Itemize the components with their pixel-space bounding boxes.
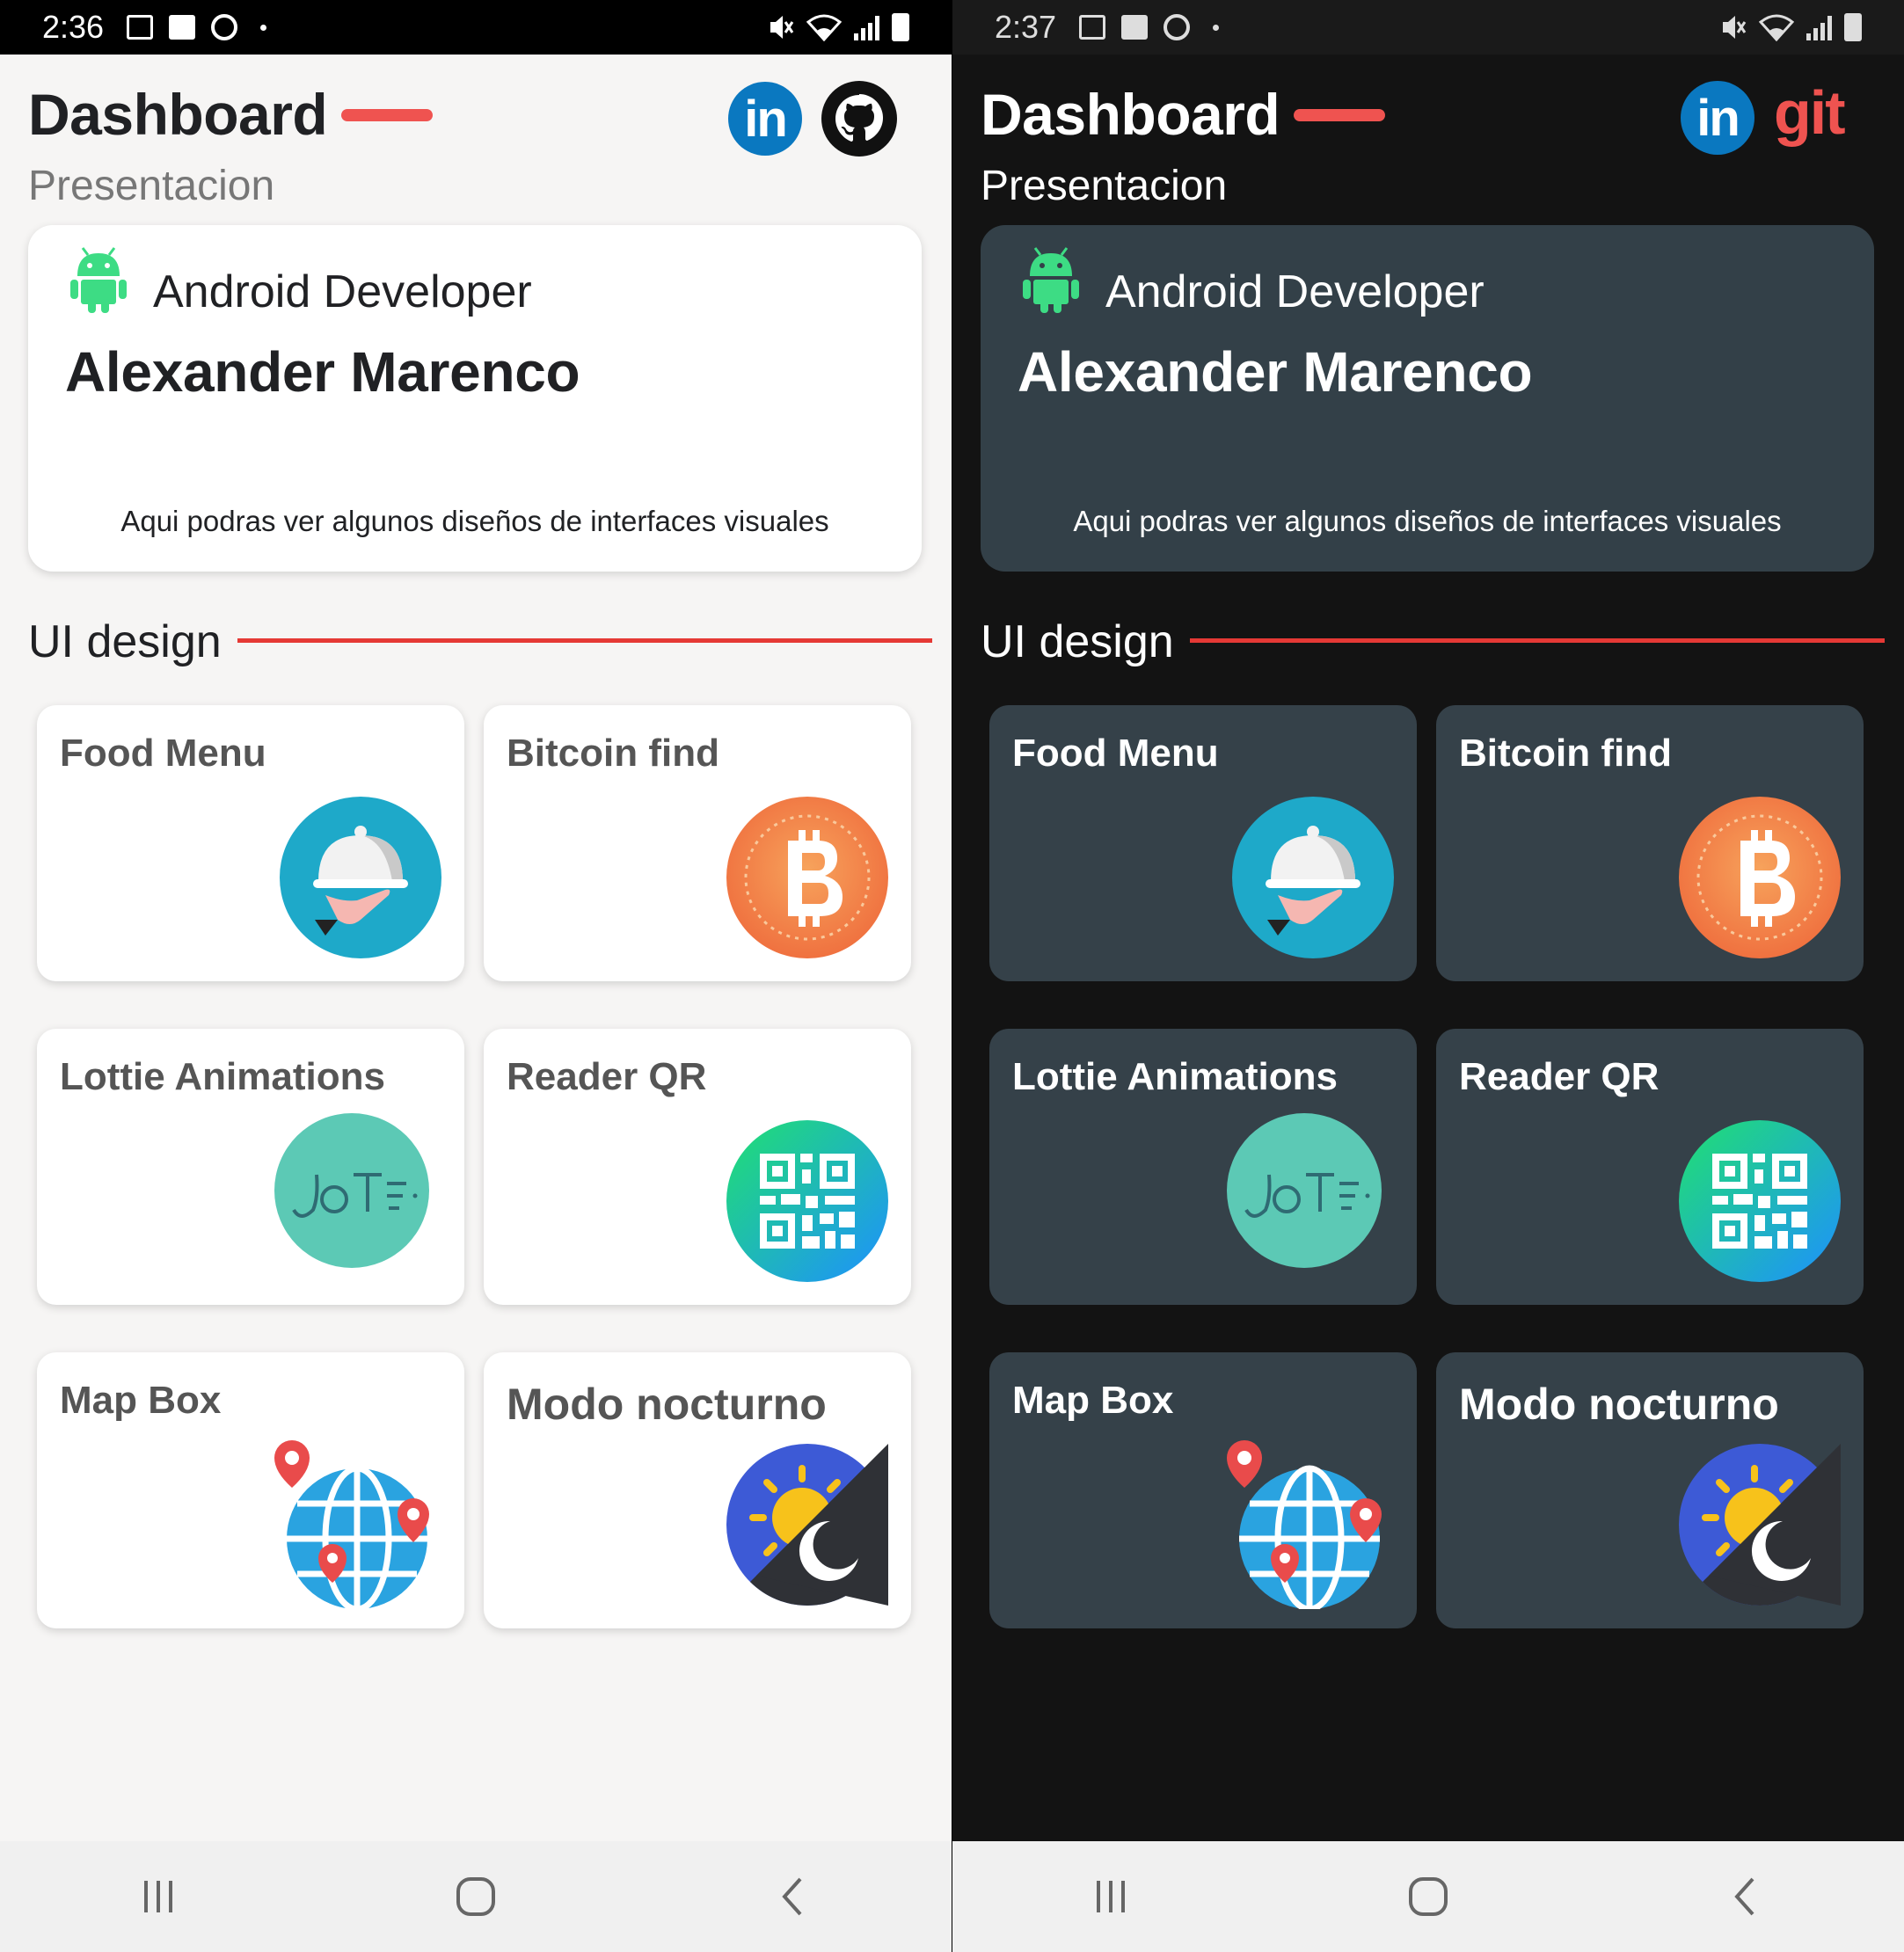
tile-label: Map Box	[60, 1379, 222, 1422]
food-menu-icon	[280, 797, 441, 958]
back-button[interactable]	[754, 1857, 833, 1936]
tile-label: Lottie Animations	[1012, 1055, 1338, 1098]
globe-map-icon	[274, 1440, 429, 1609]
light-theme-screen: 2:36 Dashboard Presentacion in Android D…	[0, 0, 952, 1952]
tile-label: Modo nocturno	[507, 1380, 827, 1429]
screenshot-pair: 2:36 Dashboard Presentacion in Android D…	[0, 0, 1904, 1952]
home-button[interactable]	[436, 1857, 515, 1936]
ui-design-grid: Food Menu Bitcoin find Lottie Animations…	[952, 0, 1904, 1952]
tile-food-menu[interactable]: Food Menu	[989, 705, 1417, 981]
tile-modo-nocturno[interactable]: Modo nocturno	[484, 1352, 911, 1628]
home-icon	[456, 1877, 495, 1916]
tile-label: Map Box	[1012, 1379, 1174, 1422]
recent-apps-button[interactable]	[1071, 1857, 1150, 1936]
ui-design-grid: Food Menu Bitcoin find Lottie Animations…	[0, 0, 952, 1952]
tile-lottie-animations[interactable]: Lottie Animations	[37, 1029, 464, 1305]
bitcoin-icon	[726, 797, 888, 958]
tile-bitcoin-find[interactable]: Bitcoin find	[1436, 705, 1864, 981]
home-button[interactable]	[1389, 1857, 1468, 1936]
navigation-bar	[0, 1841, 952, 1952]
tile-label: Food Menu	[1012, 732, 1219, 775]
bitcoin-icon	[1679, 797, 1841, 958]
lottie-icon	[1227, 1113, 1382, 1268]
back-icon	[781, 1877, 802, 1916]
food-menu-icon	[1232, 797, 1394, 958]
tile-label: Food Menu	[60, 732, 266, 775]
tile-label: Lottie Animations	[60, 1055, 385, 1098]
tile-reader-qr[interactable]: Reader QR	[484, 1029, 911, 1305]
qr-code-icon	[1679, 1120, 1841, 1282]
tile-label: Bitcoin find	[1459, 732, 1672, 775]
tile-food-menu[interactable]: Food Menu	[37, 705, 464, 981]
tile-reader-qr[interactable]: Reader QR	[1436, 1029, 1864, 1305]
tile-map-box[interactable]: Map Box	[37, 1352, 464, 1628]
tile-modo-nocturno[interactable]: Modo nocturno	[1436, 1352, 1864, 1628]
back-button[interactable]	[1706, 1857, 1785, 1936]
dark-theme-screen: 2:37 Dashboard Presentacion in git Andro…	[952, 0, 1904, 1952]
tile-label: Reader QR	[507, 1055, 707, 1098]
recent-apps-icon	[1097, 1881, 1126, 1912]
day-night-icon	[726, 1444, 888, 1606]
recent-apps-icon	[144, 1881, 173, 1912]
tile-label: Bitcoin find	[507, 732, 719, 775]
tile-label: Reader QR	[1459, 1055, 1660, 1098]
qr-code-icon	[726, 1120, 888, 1282]
tile-bitcoin-find[interactable]: Bitcoin find	[484, 705, 911, 981]
tile-label: Modo nocturno	[1459, 1380, 1779, 1429]
home-icon	[1408, 1877, 1448, 1916]
day-night-icon	[1679, 1444, 1841, 1606]
back-icon	[1733, 1877, 1754, 1916]
recent-apps-button[interactable]	[119, 1857, 198, 1936]
lottie-icon	[274, 1113, 429, 1268]
tile-map-box[interactable]: Map Box	[989, 1352, 1417, 1628]
tile-lottie-animations[interactable]: Lottie Animations	[989, 1029, 1417, 1305]
globe-map-icon	[1227, 1440, 1382, 1609]
navigation-bar	[952, 1841, 1904, 1952]
